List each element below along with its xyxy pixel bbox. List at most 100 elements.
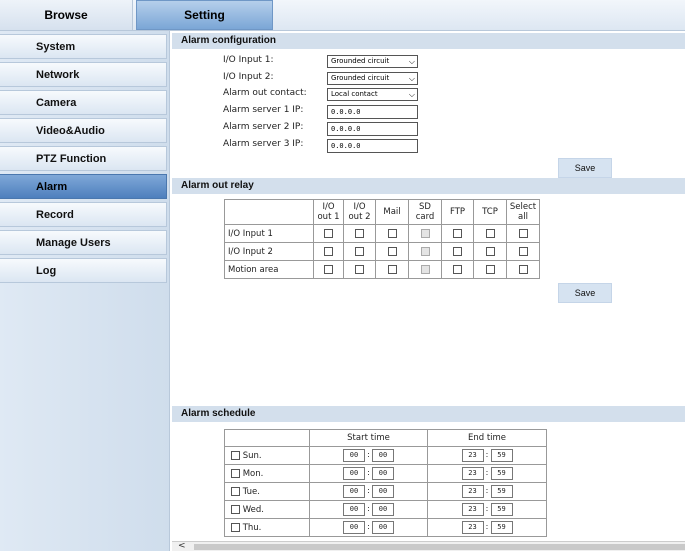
io-out2-checkbox[interactable] (355, 264, 364, 274)
sidebar-item-network[interactable]: Network (0, 62, 167, 87)
start-minute-input[interactable]: 00 (372, 467, 394, 480)
end-hour-input[interactable]: 23 (461, 449, 484, 462)
day-checkbox[interactable] (231, 522, 240, 532)
start-hour-input[interactable]: 00 (343, 449, 365, 462)
sd-card-checkbox (420, 228, 430, 238)
start-minute-input[interactable]: 00 (372, 485, 394, 498)
end-minute-input[interactable]: 59 (490, 467, 513, 480)
sidebar-item-manage-users[interactable]: Manage Users (0, 230, 167, 255)
mail-checkbox[interactable] (387, 264, 397, 274)
alarm-server2-input[interactable]: 0.0.0.0 (327, 122, 418, 136)
schedule-row: Tue. 00:00 23:59 (224, 482, 547, 501)
relay-corner-cell (224, 199, 314, 225)
io-input1-select[interactable]: Grounded circuit ⌵ (327, 55, 418, 68)
alarm-out-relay-header: Alarm out relay (172, 178, 685, 194)
end-hour-input[interactable]: 23 (461, 503, 484, 516)
end-minute-input[interactable]: 59 (490, 485, 513, 498)
relay-header-row: I/O out 1 I/O out 2 Mail SD card FTP TCP Se… (224, 199, 540, 225)
sidebar-item-alarm[interactable]: Alarm (0, 174, 167, 199)
tab-browse[interactable]: Browse (0, 0, 133, 30)
scroll-left-icon[interactable]: < (178, 541, 186, 551)
alarm-out-contact-value: Local contact (331, 90, 378, 98)
alarm-out-relay-table: I/O out 1 I/O out 2 Mail SD card FTP TCP Se… (224, 199, 540, 279)
io-input1-label: I/O Input 1: (223, 55, 274, 65)
mail-checkbox[interactable] (387, 246, 397, 256)
chevron-down-icon: ⌵ (408, 74, 415, 83)
content-area: Alarm configuration I/O Input 1: Grounde… (172, 31, 685, 541)
start-hour-input[interactable]: 00 (343, 485, 365, 498)
start-hour-input[interactable]: 00 (343, 503, 365, 516)
start-hour-input[interactable]: 00 (343, 521, 365, 534)
end-hour-input[interactable]: 23 (461, 521, 484, 534)
start-minute-input[interactable]: 00 (372, 503, 394, 516)
start-minute-input[interactable]: 00 (372, 521, 394, 534)
io-input2-select[interactable]: Grounded circuit ⌵ (327, 72, 418, 85)
io-out1-checkbox[interactable] (324, 228, 333, 238)
select-all-checkbox[interactable] (518, 246, 528, 256)
alarm-server3-label: Alarm server 3 IP: (223, 139, 304, 149)
col-sd-card: SD card (408, 199, 442, 225)
mail-checkbox[interactable] (387, 228, 397, 238)
scrollbar-thumb[interactable] (194, 544, 685, 550)
col-io-out1: I/O out 1 (313, 199, 344, 225)
day-label: Sun. (242, 450, 262, 461)
col-select-all: Select all (506, 199, 540, 225)
alarm-server1-label: Alarm server 1 IP: (223, 105, 304, 115)
sidebar-item-video-audio[interactable]: Video&Audio (0, 118, 167, 143)
day-checkbox[interactable] (231, 468, 240, 478)
schedule-header-row: Start time End time (224, 429, 547, 447)
horizontal-scrollbar[interactable]: < (172, 541, 685, 551)
tab-setting[interactable]: Setting (136, 0, 273, 30)
sidebar-item-log[interactable]: Log (0, 258, 167, 283)
sd-card-checkbox (420, 264, 430, 274)
alarm-server2-label: Alarm server 2 IP: (223, 122, 304, 132)
schedule-corner-cell (224, 429, 310, 447)
relay-row: Motion area (224, 260, 540, 279)
sidebar-item-camera[interactable]: Camera (0, 90, 167, 115)
relay-row-label: I/O Input 1 (224, 224, 314, 243)
io-out1-checkbox[interactable] (324, 264, 333, 274)
select-all-checkbox[interactable] (518, 264, 528, 274)
end-hour-input[interactable]: 23 (461, 485, 484, 498)
save-relay-button[interactable]: Save (558, 283, 612, 303)
tcp-checkbox[interactable] (485, 264, 495, 274)
save-config-button[interactable]: Save (558, 158, 612, 178)
schedule-row: Thu. 00:00 23:59 (224, 518, 547, 537)
start-minute-input[interactable]: 00 (372, 449, 394, 462)
end-minute-input[interactable]: 59 (490, 503, 513, 516)
chevron-down-icon: ⌵ (408, 57, 415, 66)
io-out2-checkbox[interactable] (355, 246, 364, 256)
io-out1-checkbox[interactable] (324, 246, 333, 256)
io-out2-checkbox[interactable] (355, 228, 364, 238)
end-hour-input[interactable]: 23 (461, 467, 484, 480)
day-checkbox[interactable] (231, 504, 240, 514)
chevron-down-icon: ⌵ (408, 90, 415, 99)
sidebar-item-system[interactable]: System (0, 34, 167, 59)
io-input1-value: Grounded circuit (331, 57, 390, 65)
sidebar-item-record[interactable]: Record (0, 202, 167, 227)
ftp-checkbox[interactable] (453, 246, 462, 256)
day-checkbox[interactable] (231, 486, 240, 496)
col-tcp: TCP (473, 199, 507, 225)
schedule-row: Sun. 00:00 23:59 (224, 446, 547, 465)
ftp-checkbox[interactable] (453, 264, 462, 274)
top-tab-bar: Browse Setting (0, 0, 685, 31)
alarm-schedule-table: Start time End time Sun. 00:00 23:59 Mon… (224, 429, 547, 537)
sidebar-item-ptz-function[interactable]: PTZ Function (0, 146, 167, 171)
alarm-server1-input[interactable]: 0.0.0.0 (327, 105, 418, 119)
start-hour-input[interactable]: 00 (343, 467, 365, 480)
tcp-checkbox[interactable] (485, 246, 495, 256)
tcp-checkbox[interactable] (485, 228, 495, 238)
alarm-out-contact-select[interactable]: Local contact ⌵ (327, 88, 418, 101)
select-all-checkbox[interactable] (518, 228, 528, 238)
end-minute-input[interactable]: 59 (490, 521, 513, 534)
ftp-checkbox[interactable] (453, 228, 462, 238)
alarm-out-contact-label: Alarm out contact: (223, 88, 307, 98)
day-checkbox[interactable] (231, 450, 240, 460)
end-minute-input[interactable]: 59 (490, 449, 513, 462)
start-time-header: Start time (309, 429, 428, 447)
alarm-server3-input[interactable]: 0.0.0.0 (327, 139, 418, 153)
relay-row-label: Motion area (224, 260, 314, 279)
col-ftp: FTP (441, 199, 474, 225)
alarm-schedule-header: Alarm schedule (172, 406, 685, 422)
